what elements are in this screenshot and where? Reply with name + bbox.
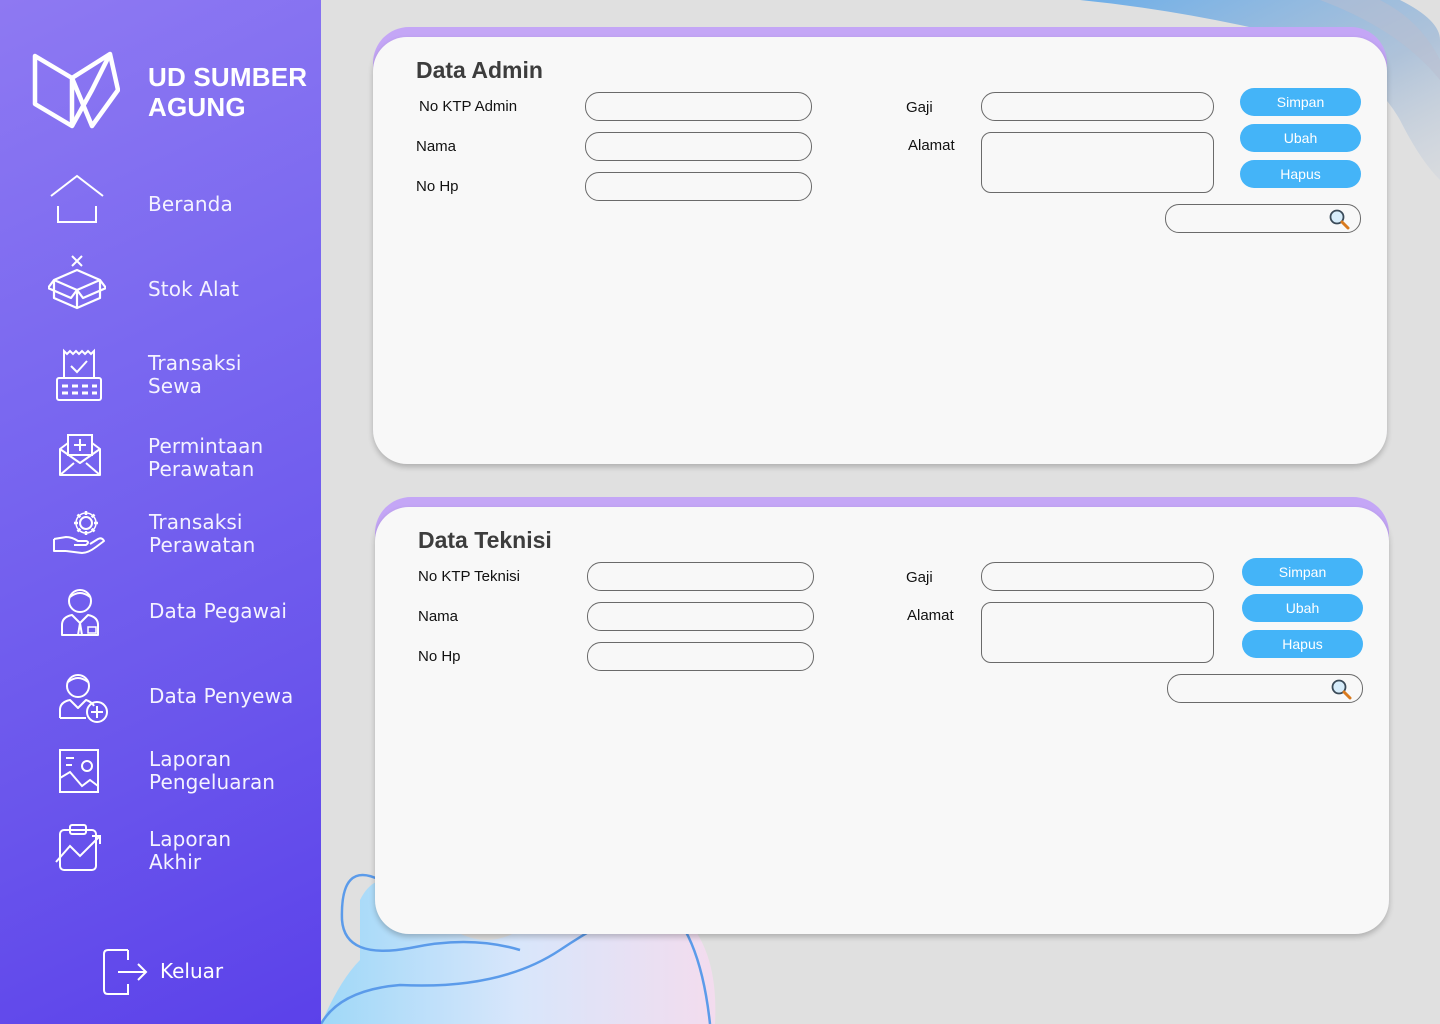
sidebar-item-label-line2: Perawatan bbox=[149, 533, 256, 557]
sidebar-item-transaksi-perawatan[interactable]: Transaksi Perawatan bbox=[0, 503, 321, 573]
sidebar-item-stok-alat[interactable]: Stok Alat bbox=[0, 254, 321, 324]
admin-form-card: Data Admin No KTP Admin Nama No Hp Gaji … bbox=[373, 37, 1387, 464]
brand: UD SUMBER AGUNG bbox=[32, 50, 307, 130]
brand-name-line2: AGUNG bbox=[148, 92, 246, 122]
teknisi-delete-button[interactable]: Hapus bbox=[1242, 630, 1363, 658]
teknisi-save-button[interactable]: Simpan bbox=[1242, 558, 1363, 586]
teknisi-nama-label: Nama bbox=[418, 608, 459, 625]
admin-gaji-input[interactable] bbox=[981, 92, 1214, 121]
teknisi-gaji-label: Gaji bbox=[906, 569, 933, 586]
teknisi-edit-button[interactable]: Ubah bbox=[1242, 594, 1363, 622]
admin-alamat-input[interactable] bbox=[981, 132, 1214, 193]
teknisi-gaji-input[interactable] bbox=[981, 562, 1214, 591]
teknisi-nama-input[interactable] bbox=[587, 602, 814, 631]
teknisi-ktp-label: No KTP Teknisi bbox=[418, 568, 520, 585]
sidebar-item-data-penyewa[interactable]: Data Penyewa bbox=[0, 668, 321, 738]
admin-search-input[interactable] bbox=[1176, 208, 1322, 228]
brand-name: UD SUMBER AGUNG bbox=[148, 62, 318, 122]
admin-form-title: Data Admin bbox=[416, 57, 543, 83]
admin-edit-button[interactable]: Ubah bbox=[1240, 124, 1361, 152]
admin-hp-label: No Hp bbox=[416, 178, 459, 195]
teknisi-alamat-label: Alamat bbox=[907, 607, 954, 624]
add-user-icon bbox=[58, 672, 110, 724]
sidebar-item-label: Transaksi bbox=[149, 510, 243, 534]
sidebar-item-permintaan-perawatan[interactable]: Permintaan Perawatan bbox=[0, 427, 321, 497]
report-image-icon bbox=[56, 746, 102, 796]
logout-button[interactable]: Keluar bbox=[100, 946, 240, 998]
sidebar-item-label: Data Penyewa bbox=[149, 684, 294, 708]
logout-label: Keluar bbox=[160, 959, 224, 983]
box-icon bbox=[48, 254, 106, 312]
search-icon[interactable] bbox=[1330, 678, 1352, 700]
sidebar-item-label: Stok Alat bbox=[148, 277, 239, 301]
admin-alamat-label: Alamat bbox=[908, 137, 955, 154]
teknisi-form-title: Data Teknisi bbox=[418, 527, 552, 553]
gear-hand-icon bbox=[52, 507, 106, 557]
sidebar: UD SUMBER AGUNG Beranda Stok Alat Transa… bbox=[0, 0, 321, 1024]
sidebar-item-label: Data Pegawai bbox=[149, 599, 288, 623]
brand-name-line1: UD SUMBER bbox=[148, 62, 308, 92]
admin-delete-button[interactable]: Hapus bbox=[1240, 160, 1361, 188]
sidebar-item-label: Beranda bbox=[148, 192, 233, 216]
teknisi-search-input[interactable] bbox=[1178, 678, 1324, 698]
sidebar-item-label: Transaksi bbox=[148, 351, 242, 375]
admin-search-box bbox=[1165, 204, 1361, 233]
admin-form-panel: Data Admin No KTP Admin Nama No Hp Gaji … bbox=[373, 27, 1387, 464]
admin-save-button[interactable]: Simpan bbox=[1240, 88, 1361, 116]
admin-nama-label: Nama bbox=[416, 138, 457, 155]
teknisi-hp-input[interactable] bbox=[587, 642, 814, 671]
sidebar-item-laporan-akhir[interactable]: Laporan Akhir bbox=[0, 820, 321, 890]
admin-ktp-input[interactable] bbox=[585, 92, 812, 121]
admin-gaji-label: Gaji bbox=[906, 99, 933, 116]
admin-hp-input[interactable] bbox=[585, 172, 812, 201]
sidebar-item-label: Laporan bbox=[149, 747, 232, 771]
sidebar-item-label: Laporan bbox=[149, 827, 232, 851]
logout-icon bbox=[103, 949, 148, 995]
teknisi-hp-label: No Hp bbox=[418, 648, 461, 665]
teknisi-form-panel: Data Teknisi No KTP Teknisi Nama No Hp G… bbox=[375, 497, 1389, 934]
teknisi-ktp-input[interactable] bbox=[587, 562, 814, 591]
sidebar-item-laporan-pengeluaran[interactable]: Laporan Pengeluaran bbox=[0, 740, 321, 810]
search-icon[interactable] bbox=[1328, 208, 1350, 230]
sidebar-item-label: Permintaan bbox=[148, 434, 264, 458]
sidebar-item-label-line2: Perawatan bbox=[148, 457, 255, 481]
clipboard-chart-icon bbox=[54, 822, 106, 874]
admin-nama-input[interactable] bbox=[585, 132, 812, 161]
cash-register-icon bbox=[54, 348, 104, 402]
teknisi-form-card: Data Teknisi No KTP Teknisi Nama No Hp G… bbox=[375, 507, 1389, 934]
teknisi-search-box bbox=[1167, 674, 1363, 703]
home-icon bbox=[48, 172, 106, 230]
sidebar-item-transaksi-sewa[interactable]: Transaksi Sewa bbox=[0, 344, 321, 414]
admin-ktp-label: No KTP Admin bbox=[419, 98, 518, 115]
sidebar-item-label-line2: Pengeluaran bbox=[149, 770, 276, 794]
teknisi-alamat-input[interactable] bbox=[981, 602, 1214, 663]
sidebar-item-data-pegawai[interactable]: Data Pegawai bbox=[0, 583, 321, 653]
sidebar-item-label-line2: Akhir bbox=[149, 850, 202, 874]
envelope-plus-icon bbox=[56, 431, 104, 479]
sidebar-item-beranda[interactable]: Beranda bbox=[0, 168, 321, 238]
sidebar-item-label-line2: Sewa bbox=[148, 374, 203, 398]
brand-logo-icon bbox=[32, 51, 120, 129]
employee-icon bbox=[58, 587, 104, 637]
